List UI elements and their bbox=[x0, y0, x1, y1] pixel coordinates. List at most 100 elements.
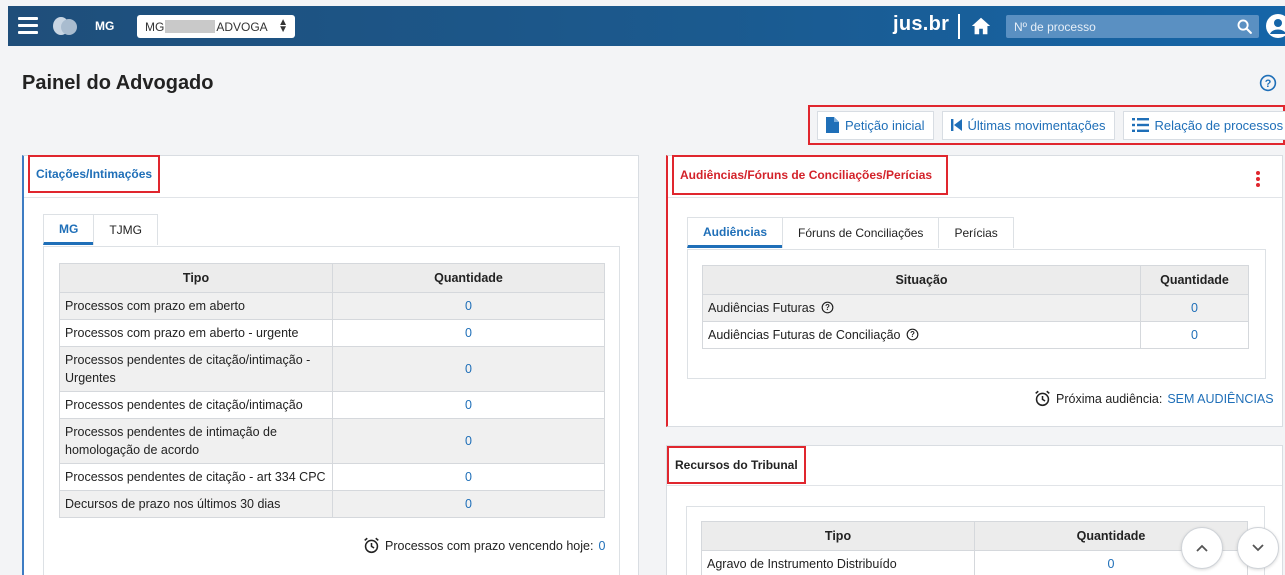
table-row: Processos pendentes de citação/intimação… bbox=[59, 346, 605, 392]
tab-mg[interactable]: MG bbox=[43, 214, 95, 245]
profile-suffix: ADVOGA bbox=[216, 19, 268, 34]
row-qtd-link[interactable]: 0 bbox=[332, 463, 605, 491]
recursos-card-header: Recursos do Tribunal bbox=[667, 446, 1282, 486]
profile-prefix: MG bbox=[145, 19, 165, 34]
table-row: Processos pendentes de citação - art 334… bbox=[59, 463, 605, 491]
row-qtd-link[interactable]: 0 bbox=[332, 346, 605, 392]
col-situacao: Situação bbox=[702, 265, 1141, 295]
col-tipo: Tipo bbox=[701, 521, 975, 551]
row-qtd-link[interactable]: 0 bbox=[332, 418, 605, 464]
search-icon[interactable] bbox=[1236, 18, 1253, 35]
top-navbar: MG MG ADVOGA ▲ ▼ jus.br bbox=[8, 6, 1285, 46]
ultimas-movimentacoes-label: Últimas movimentações bbox=[967, 117, 1106, 133]
scroll-up-button[interactable] bbox=[1181, 527, 1223, 569]
table-row: Agravo de Instrumento Distribuído 0 bbox=[701, 550, 1248, 575]
col-quantidade: Quantidade bbox=[332, 263, 605, 293]
row-situacao-label: Audiências Futuras bbox=[708, 301, 816, 315]
row-tipo: Processos pendentes de intimação de homo… bbox=[59, 418, 333, 464]
tab-foruns[interactable]: Fóruns de Conciliações bbox=[782, 217, 940, 248]
search-input[interactable] bbox=[1006, 15, 1216, 38]
profile-select[interactable]: MG ADVOGA ▲ ▼ bbox=[137, 15, 295, 38]
audiencias-title: Audiências/Fóruns de Conciliações/Períci… bbox=[672, 155, 948, 195]
audiencias-table: Situação Quantidade Audiências Futuras ?… bbox=[702, 265, 1249, 349]
brand-divider bbox=[958, 14, 960, 39]
audiencias-tabs: Audiências Fóruns de Conciliações Períci… bbox=[687, 217, 1014, 248]
row-situacao: Audiências Futuras ? bbox=[702, 294, 1141, 322]
process-search bbox=[1006, 15, 1259, 38]
tab-pericias[interactable]: Perícias bbox=[938, 217, 1014, 248]
table-row: Audiências Futuras ? 0 bbox=[702, 294, 1249, 322]
prazo-hoje-note: Processos com prazo vencendo hoje: 0 bbox=[363, 537, 605, 554]
help-icon[interactable]: ? bbox=[821, 301, 834, 314]
proxima-audiencia-label: Próxima audiência: bbox=[1056, 391, 1163, 406]
table-row: Processos pendentes de intimação de homo… bbox=[59, 418, 605, 464]
svg-text:?: ? bbox=[825, 303, 830, 312]
skip-back-icon bbox=[950, 119, 962, 131]
redacted-block bbox=[165, 20, 216, 33]
chevron-up-icon bbox=[1196, 544, 1208, 552]
row-situacao-label: Audiências Futuras de Conciliação bbox=[708, 328, 901, 342]
tab-tjmg[interactable]: TJMG bbox=[93, 214, 159, 245]
scroll-down-button[interactable] bbox=[1237, 527, 1279, 569]
row-tipo: Processos pendentes de citação - art 334… bbox=[59, 463, 333, 491]
home-icon[interactable] bbox=[970, 15, 992, 37]
alarm-clock-icon bbox=[364, 537, 379, 554]
citacoes-title: Citações/Intimações bbox=[28, 155, 161, 193]
list-icon bbox=[1131, 118, 1149, 132]
prazo-hoje-value[interactable]: 0 bbox=[598, 539, 605, 553]
svg-text:?: ? bbox=[910, 330, 915, 339]
user-icon[interactable] bbox=[1266, 14, 1285, 38]
help-icon[interactable]: ? bbox=[906, 328, 919, 341]
recursos-panel: Tipo Quantidade Agravo de Instrumento Di… bbox=[686, 506, 1265, 575]
row-qtd-link[interactable]: 0 bbox=[332, 292, 605, 320]
logo-icon bbox=[53, 17, 77, 35]
document-icon bbox=[826, 117, 839, 133]
alarm-clock-icon bbox=[1035, 390, 1050, 407]
table-row: Decursos de prazo nos últimos 30 dias 0 bbox=[59, 490, 605, 518]
citacoes-card-header: Citações/Intimações bbox=[24, 155, 638, 198]
col-tipo: Tipo bbox=[59, 263, 333, 293]
row-tipo: Decursos de prazo nos últimos 30 dias bbox=[59, 490, 333, 518]
table-row: Audiências Futuras de Conciliação ? 0 bbox=[702, 321, 1249, 349]
prazo-hoje-label: Processos com prazo vencendo hoje: bbox=[385, 538, 594, 553]
proxima-audiencia-value[interactable]: SEM AUDIÊNCIAS bbox=[1167, 392, 1273, 406]
tab-audiencias[interactable]: Audiências bbox=[687, 217, 784, 248]
svg-text:?: ? bbox=[1265, 78, 1272, 90]
ultimas-movimentacoes-button[interactable]: Últimas movimentações bbox=[941, 110, 1115, 140]
row-qtd-link[interactable]: 0 bbox=[332, 490, 605, 518]
select-arrows-icon: ▲ ▼ bbox=[278, 17, 288, 35]
quick-actions-group: Petição inicial Últimas movimentações Re… bbox=[808, 105, 1285, 145]
citacoes-tabs: MG TJMG bbox=[43, 214, 159, 245]
hamburger-menu-icon[interactable] bbox=[18, 17, 38, 35]
col-quantidade: Quantidade bbox=[1140, 265, 1249, 295]
row-qtd-link[interactable]: 0 bbox=[332, 319, 605, 347]
row-qtd-link[interactable]: 0 bbox=[1140, 321, 1249, 349]
table-row: Processos com prazo em aberto - urgente 0 bbox=[59, 319, 605, 347]
citacoes-panel: Tipo Quantidade Processos com prazo em a… bbox=[43, 246, 620, 575]
row-tipo: Processos pendentes de citação/intimação bbox=[59, 391, 333, 419]
row-tipo: Processos com prazo em aberto bbox=[59, 292, 333, 320]
row-tipo: Processos pendentes de citação/intimação… bbox=[59, 346, 333, 392]
citacoes-table: Tipo Quantidade Processos com prazo em a… bbox=[59, 263, 605, 518]
row-tipo: Processos com prazo em aberto - urgente bbox=[59, 319, 333, 347]
audiencias-panel: Situação Quantidade Audiências Futuras ?… bbox=[687, 249, 1266, 379]
page-title: Painel do Advogado bbox=[22, 72, 214, 94]
table-row: Processos com prazo em aberto 0 bbox=[59, 292, 605, 320]
row-qtd-link[interactable]: 0 bbox=[1140, 294, 1249, 322]
row-situacao: Audiências Futuras de Conciliação ? bbox=[702, 321, 1141, 349]
brand-logo[interactable]: jus.br bbox=[893, 13, 949, 36]
relacao-processos-button[interactable]: Relação de processos bbox=[1122, 110, 1285, 140]
help-icon[interactable]: ? bbox=[1259, 74, 1277, 92]
table-row: Processos pendentes de citação/intimação… bbox=[59, 391, 605, 419]
peticao-inicial-label: Petição inicial bbox=[845, 117, 925, 133]
peticao-inicial-button[interactable]: Petição inicial bbox=[817, 110, 934, 140]
audiencias-card: Audiências/Fóruns de Conciliações/Períci… bbox=[666, 155, 1283, 427]
row-qtd-link[interactable]: 0 bbox=[332, 391, 605, 419]
recursos-table: Tipo Quantidade Agravo de Instrumento Di… bbox=[701, 521, 1248, 575]
audiencias-card-header: Audiências/Fóruns de Conciliações/Períci… bbox=[668, 155, 1282, 198]
row-tipo: Agravo de Instrumento Distribuído bbox=[701, 550, 975, 575]
proxima-audiencia-note: Próxima audiência: SEM AUDIÊNCIAS bbox=[1034, 390, 1274, 407]
more-options-icon[interactable] bbox=[1255, 170, 1261, 188]
state-label: MG bbox=[95, 19, 115, 33]
chevron-down-icon bbox=[1252, 544, 1264, 552]
